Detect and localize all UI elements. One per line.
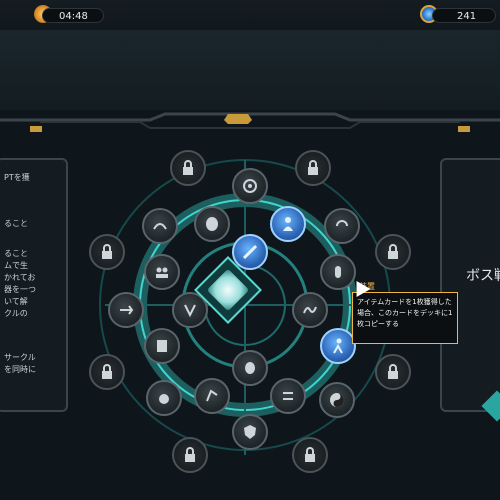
lock-icon <box>388 364 398 379</box>
tiger-emblem-icon <box>283 392 293 400</box>
locked-skill-node[interactable] <box>89 354 125 390</box>
mask-emblem-icon <box>245 362 255 374</box>
lock-icon <box>102 244 112 259</box>
skill-tooltip: 装置 アイテムカードを1枚獲得した場合、このカードをデッキに1枚コピーする <box>352 282 458 344</box>
skill-node[interactable] <box>144 328 180 364</box>
claw-emblem-icon <box>184 304 196 318</box>
lock-icon <box>185 447 195 462</box>
yin-yang-icon <box>330 393 344 407</box>
spiral-emblem-icon <box>243 179 257 193</box>
locked-skill-node[interactable] <box>172 437 208 473</box>
active-skill-node[interactable] <box>320 328 356 364</box>
skill-node[interactable] <box>146 380 182 416</box>
swirl-emblem-icon <box>336 220 348 227</box>
skill-node[interactable] <box>194 206 230 242</box>
skill-node[interactable] <box>232 350 268 386</box>
skill-node[interactable] <box>319 382 355 418</box>
beast-emblem-icon <box>159 394 169 404</box>
lock-icon <box>305 447 315 462</box>
hand-emblem-icon <box>335 266 341 278</box>
shield-emblem-icon <box>244 425 256 439</box>
serpent-emblem-icon <box>303 306 317 314</box>
skill-node[interactable] <box>108 292 144 328</box>
locked-skill-node[interactable] <box>375 234 411 270</box>
mask-emblem-icon <box>206 217 218 231</box>
skill-node[interactable] <box>270 378 306 414</box>
locked-skill-node[interactable] <box>375 354 411 390</box>
skill-node[interactable] <box>232 414 268 450</box>
runner-emblem-icon <box>333 338 343 354</box>
locked-skill-node[interactable] <box>292 437 328 473</box>
skill-node[interactable] <box>144 254 180 290</box>
active-skill-node[interactable] <box>270 206 306 242</box>
locked-skill-node[interactable] <box>89 234 125 270</box>
skill-node[interactable] <box>232 168 268 204</box>
skill-node[interactable] <box>292 292 328 328</box>
skill-node[interactable] <box>142 208 178 244</box>
locked-skill-node[interactable] <box>170 150 206 186</box>
locked-skill-node[interactable] <box>295 150 331 186</box>
sword-emblem-icon <box>120 305 134 315</box>
lock-icon <box>183 160 193 175</box>
book-emblem-icon <box>157 340 167 352</box>
group-emblem-icon <box>156 267 168 278</box>
skill-node[interactable] <box>324 208 360 244</box>
lock-icon <box>308 160 318 175</box>
warrior-emblem-icon <box>242 244 258 260</box>
figure-emblem-icon <box>283 217 293 231</box>
lock-icon <box>102 364 112 379</box>
lock-icon <box>388 244 398 259</box>
dragon-emblem-icon <box>153 223 167 230</box>
tooltip-body: アイテムカードを1枚獲得した場合、このカードをデッキに1枚コピーする <box>357 298 453 328</box>
horse-emblem-icon <box>206 389 218 402</box>
skill-node[interactable] <box>194 378 230 414</box>
